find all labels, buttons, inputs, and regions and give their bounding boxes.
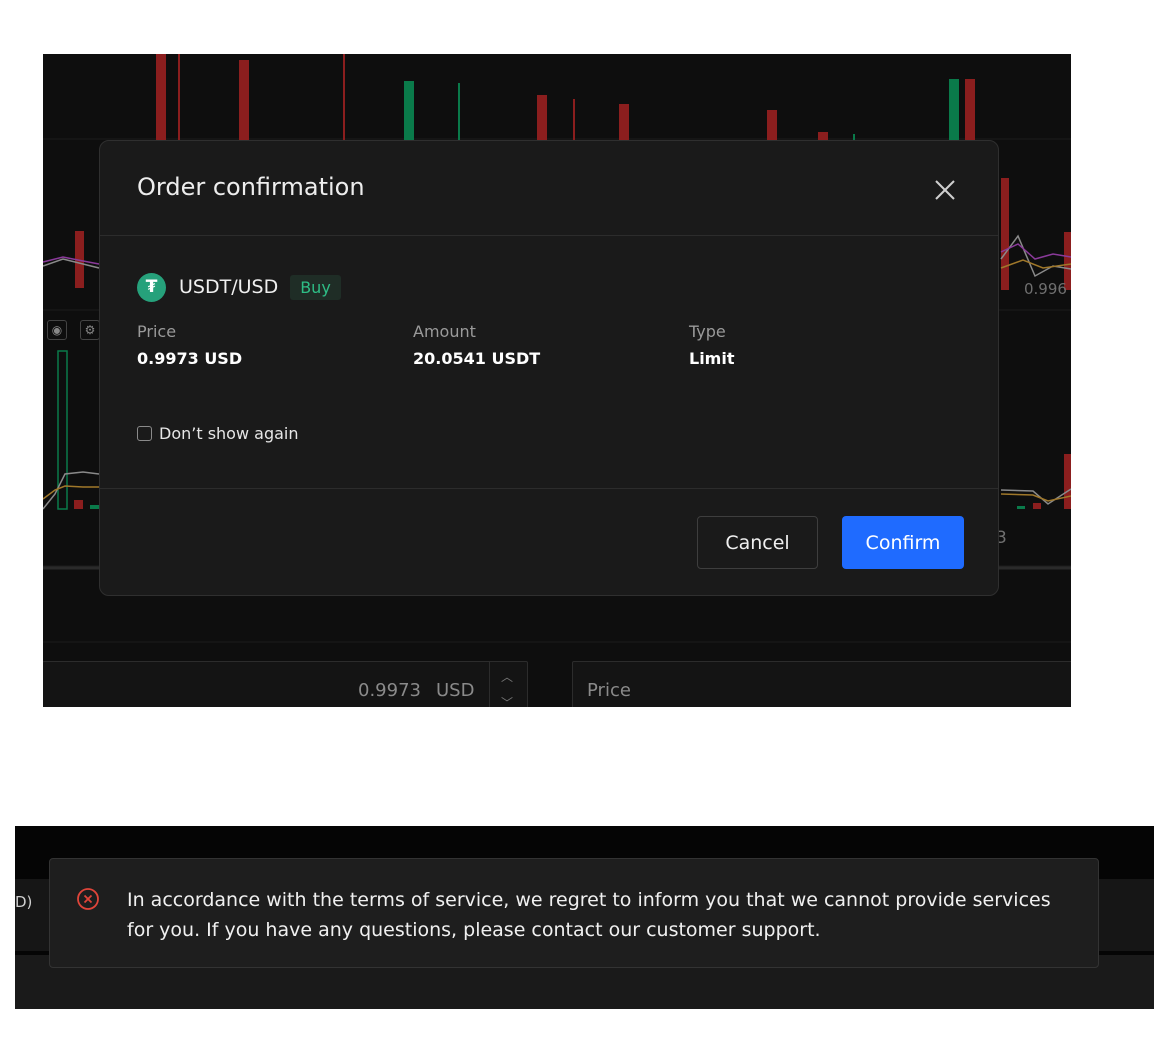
field-value: 0.9973 USD <box>137 349 243 368</box>
price-input-unit: USD <box>436 680 475 701</box>
chevron-up-icon[interactable]: ︿ <box>501 668 513 685</box>
trading-pair-row: ₮ USDT/USD Buy <box>137 272 341 302</box>
field-label: Amount <box>413 322 476 341</box>
eye-icon[interactable]: ◉ <box>47 320 67 340</box>
side-badge: Buy <box>290 274 341 300</box>
dialog-title: Order confirmation <box>137 173 365 201</box>
volume-bar <box>1064 454 1071 509</box>
indicator-line <box>43 485 99 500</box>
volume-bar <box>90 505 99 509</box>
tether-coin-icon: ₮ <box>137 272 166 302</box>
field-label: Price <box>137 322 177 341</box>
candle <box>239 60 249 140</box>
price-input-placeholder: Price <box>587 680 631 701</box>
footer-divider <box>100 488 998 489</box>
amount-field: Amount 20.0541 USDT <box>413 322 540 368</box>
error-message: In accordance with the terms of service,… <box>127 889 1051 941</box>
error-screen: D) In accordance with the terms of servi… <box>15 826 1154 1009</box>
chevron-down-icon[interactable]: ﹀ <box>501 694 513 707</box>
type-field: Type Limit <box>689 322 734 368</box>
candle <box>965 79 975 140</box>
candle <box>767 110 777 140</box>
candle <box>404 81 414 140</box>
candle <box>156 54 166 140</box>
header-divider <box>100 235 998 236</box>
candle-wick <box>573 99 575 140</box>
field-value: Limit <box>689 349 735 368</box>
order-confirmation-dialog: Order confirmation ₮ USDT/USD Buy Price … <box>99 140 999 596</box>
close-icon[interactable] <box>930 175 960 205</box>
gear-icon[interactable]: ⚙ <box>80 320 100 340</box>
cancel-button[interactable]: Cancel <box>697 516 818 569</box>
price-input-value: 0.9973 <box>358 680 421 701</box>
price-field: Price 0.9973 USD <box>137 322 242 368</box>
candle <box>1001 178 1009 290</box>
indicator-line <box>1000 243 1071 260</box>
dont-show-again-label[interactable]: Don’t show again <box>159 424 298 443</box>
error-toast: In accordance with the terms of service,… <box>49 858 1099 968</box>
candle <box>949 79 959 140</box>
dont-show-again-option[interactable]: Don’t show again <box>137 424 298 443</box>
field-label: Type <box>689 322 726 341</box>
field-value: 20.0541 USDT <box>413 349 541 368</box>
volume-bar <box>1033 503 1041 509</box>
candle <box>818 132 828 140</box>
confirm-button[interactable]: Confirm <box>842 516 964 569</box>
price-input[interactable]: 0.9973 USD <box>43 661 528 707</box>
trading-screen: ◉ ⚙ 0.996 3 0.9973 USD ︿ ﹀ Price Order c… <box>43 54 1071 707</box>
dont-show-again-checkbox[interactable] <box>137 426 152 441</box>
volume-bar <box>1017 506 1025 509</box>
price-axis-label: 0.996 <box>1024 280 1067 298</box>
candle-wick <box>458 83 460 140</box>
pair-name: USDT/USD <box>179 276 279 298</box>
background-text-fragment: D) <box>15 893 33 911</box>
close-button[interactable] <box>930 175 960 205</box>
candle-wick <box>178 54 180 140</box>
volume-bar <box>74 500 83 509</box>
candle <box>537 95 547 140</box>
indicator-line <box>43 471 100 510</box>
error-circle-icon <box>77 888 99 910</box>
price-stepper[interactable]: ︿ ﹀ <box>489 662 526 707</box>
candle <box>619 104 629 140</box>
second-price-input[interactable]: Price <box>572 661 1071 707</box>
candle-wick <box>343 54 345 140</box>
